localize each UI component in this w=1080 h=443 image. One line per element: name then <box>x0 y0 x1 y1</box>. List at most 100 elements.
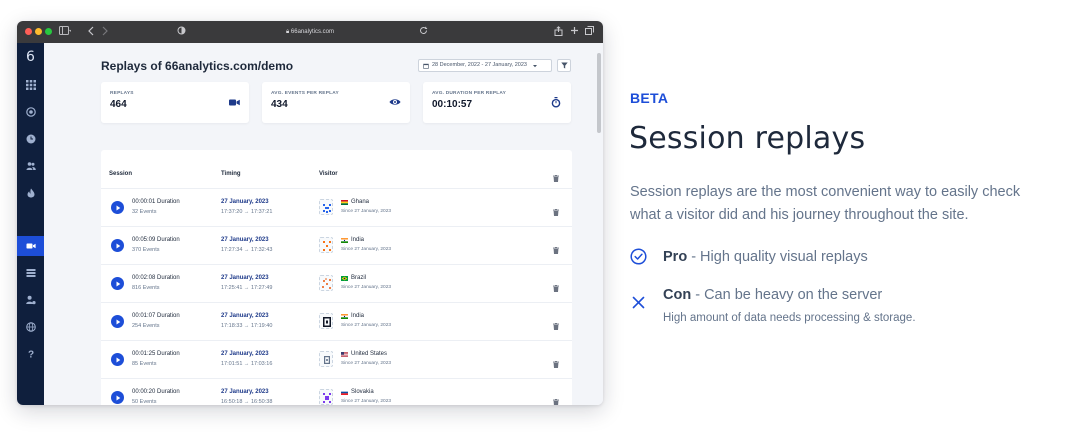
globe-icon <box>25 322 36 332</box>
stat-card-events: AVG. EVENTS PER REPLAY 434 <box>262 82 410 123</box>
filter-button[interactable] <box>557 59 571 72</box>
grid-icon <box>25 80 36 90</box>
list-icon <box>26 269 35 277</box>
session-events: 85 Events <box>132 361 157 367</box>
reload-icon[interactable] <box>419 26 428 38</box>
delete-all-button[interactable] <box>553 169 559 187</box>
trash-icon <box>553 285 559 292</box>
play-icon <box>116 243 120 248</box>
delete-row-button[interactable] <box>553 203 559 221</box>
flame-icon <box>27 188 34 198</box>
session-duration: 00:05:09 Duration <box>132 237 180 243</box>
delete-row-button[interactable] <box>553 241 559 259</box>
sidebar-item-realtime[interactable] <box>17 129 44 149</box>
visitor-avatar[interactable] <box>319 389 333 405</box>
pro-description: - High quality visual replays <box>687 249 868 265</box>
session-duration: 00:00:20 Duration <box>132 389 180 395</box>
column-header-timing: Timing <box>221 171 241 177</box>
sidebar-item-help[interactable]: ? <box>17 344 44 364</box>
visitor-country: India <box>351 237 365 243</box>
filter-icon <box>560 62 568 69</box>
ghana-flag-icon <box>341 200 348 205</box>
india-flag-icon <box>341 314 348 319</box>
sidebar-item-account[interactable] <box>17 290 44 310</box>
table-row[interactable]: 00:02:08 Duration 816 Events 27 January,… <box>101 264 572 302</box>
sidebar-item-websites[interactable] <box>17 263 44 283</box>
con-description: - Can be heavy on the server <box>691 287 883 303</box>
page-scrollbar[interactable] <box>597 53 601 133</box>
visitor-avatar[interactable] <box>319 351 333 367</box>
visitor-avatar[interactable] <box>319 313 333 329</box>
browser-titlebar: 🔒︎ 66analytics.com <box>17 21 603 43</box>
session-events: 816 Events <box>132 285 160 291</box>
stat-value: 464 <box>110 99 127 110</box>
timing-range: 17:27:34 → 17:32:43 <box>221 247 273 253</box>
session-duration: 00:00:01 Duration <box>132 199 180 205</box>
visitor-avatar[interactable] <box>319 199 333 215</box>
app-logo[interactable]: 6 <box>17 49 44 65</box>
replays-table: Session Timing Visitor 00:00:01 Duration… <box>101 150 572 405</box>
table-row[interactable]: 00:05:09 Duration 370 Events 27 January,… <box>101 226 572 264</box>
play-button[interactable] <box>111 391 124 404</box>
new-tab-icon[interactable] <box>570 26 579 38</box>
sidebar-toggle-icon[interactable] <box>59 26 72 39</box>
share-icon[interactable] <box>554 26 563 39</box>
con-item: Con - Can be heavy on the server <box>663 287 882 303</box>
address-text: 66analytics.com <box>290 29 334 35</box>
timing-range: 17:01:51 → 17:03:16 <box>221 361 273 367</box>
stopwatch-icon <box>550 96 562 108</box>
chevron-down-icon <box>533 64 537 67</box>
feature-heading: Session replays <box>629 121 866 156</box>
sidebar-item-dashboard[interactable] <box>17 75 44 95</box>
close-window-button[interactable] <box>25 28 32 35</box>
play-button[interactable] <box>111 277 124 290</box>
pro-item: Pro - High quality visual replays <box>663 249 868 265</box>
delete-row-button[interactable] <box>553 355 559 373</box>
session-duration: 00:01:07 Duration <box>132 313 180 319</box>
visitor-country: India <box>351 313 365 319</box>
session-duration: 00:02:08 Duration <box>132 275 180 281</box>
play-button[interactable] <box>111 201 124 214</box>
date-range-picker[interactable]: 28 December, 2022 - 27 January, 2023 <box>418 59 552 72</box>
stat-card-replays: REPLAYS 464 <box>101 82 249 123</box>
play-button[interactable] <box>111 315 124 328</box>
play-button[interactable] <box>111 239 124 252</box>
sidebar-item-heatmaps[interactable] <box>17 183 44 203</box>
play-button[interactable] <box>111 353 124 366</box>
visitor-country: United States <box>351 351 388 357</box>
app-sidebar: 6 ? <box>17 43 44 405</box>
sidebar-item-replays[interactable] <box>17 236 44 256</box>
session-events: 370 Events <box>132 247 160 253</box>
delete-row-button[interactable] <box>553 279 559 297</box>
delete-row-button[interactable] <box>553 393 559 405</box>
forward-icon[interactable] <box>101 26 109 39</box>
sidebar-item-visitors[interactable] <box>17 156 44 176</box>
visitor-since: Since 27 January, 2023 <box>341 247 392 252</box>
delete-row-button[interactable] <box>553 317 559 335</box>
sidebar-item-goals[interactable] <box>17 102 44 122</box>
stat-value: 434 <box>271 99 288 110</box>
address-bar[interactable]: 🔒︎ 66analytics.com <box>227 26 393 38</box>
user-settings-icon <box>25 295 36 305</box>
help-icon: ? <box>27 350 33 359</box>
table-row[interactable]: 00:01:25 Duration 85 Events 27 January, … <box>101 340 572 378</box>
timing-date: 27 January, 2023 <box>221 313 269 319</box>
eye-icon <box>389 96 401 108</box>
feature-description: Session replays are the most convenient … <box>630 184 1021 223</box>
visitor-avatar[interactable] <box>319 275 333 291</box>
sidebar-item-domains[interactable] <box>17 317 44 337</box>
slovakia-flag-icon <box>341 390 348 395</box>
session-events: 254 Events <box>132 323 160 329</box>
minimize-window-button[interactable] <box>35 28 42 35</box>
clock-icon <box>26 134 35 144</box>
table-row[interactable]: 00:00:01 Duration 32 Events 27 January, … <box>101 188 572 226</box>
tab-overview-icon[interactable] <box>585 26 594 38</box>
play-icon <box>116 357 120 362</box>
visitor-avatar[interactable] <box>319 237 333 253</box>
table-row[interactable]: 00:01:07 Duration 254 Events 27 January,… <box>101 302 572 340</box>
trash-icon <box>553 399 559 405</box>
privacy-shield-icon[interactable] <box>177 26 186 38</box>
maximize-window-button[interactable] <box>45 28 52 35</box>
back-icon[interactable] <box>87 26 95 39</box>
table-row[interactable]: 00:00:20 Duration 50 Events 27 January, … <box>101 378 572 405</box>
